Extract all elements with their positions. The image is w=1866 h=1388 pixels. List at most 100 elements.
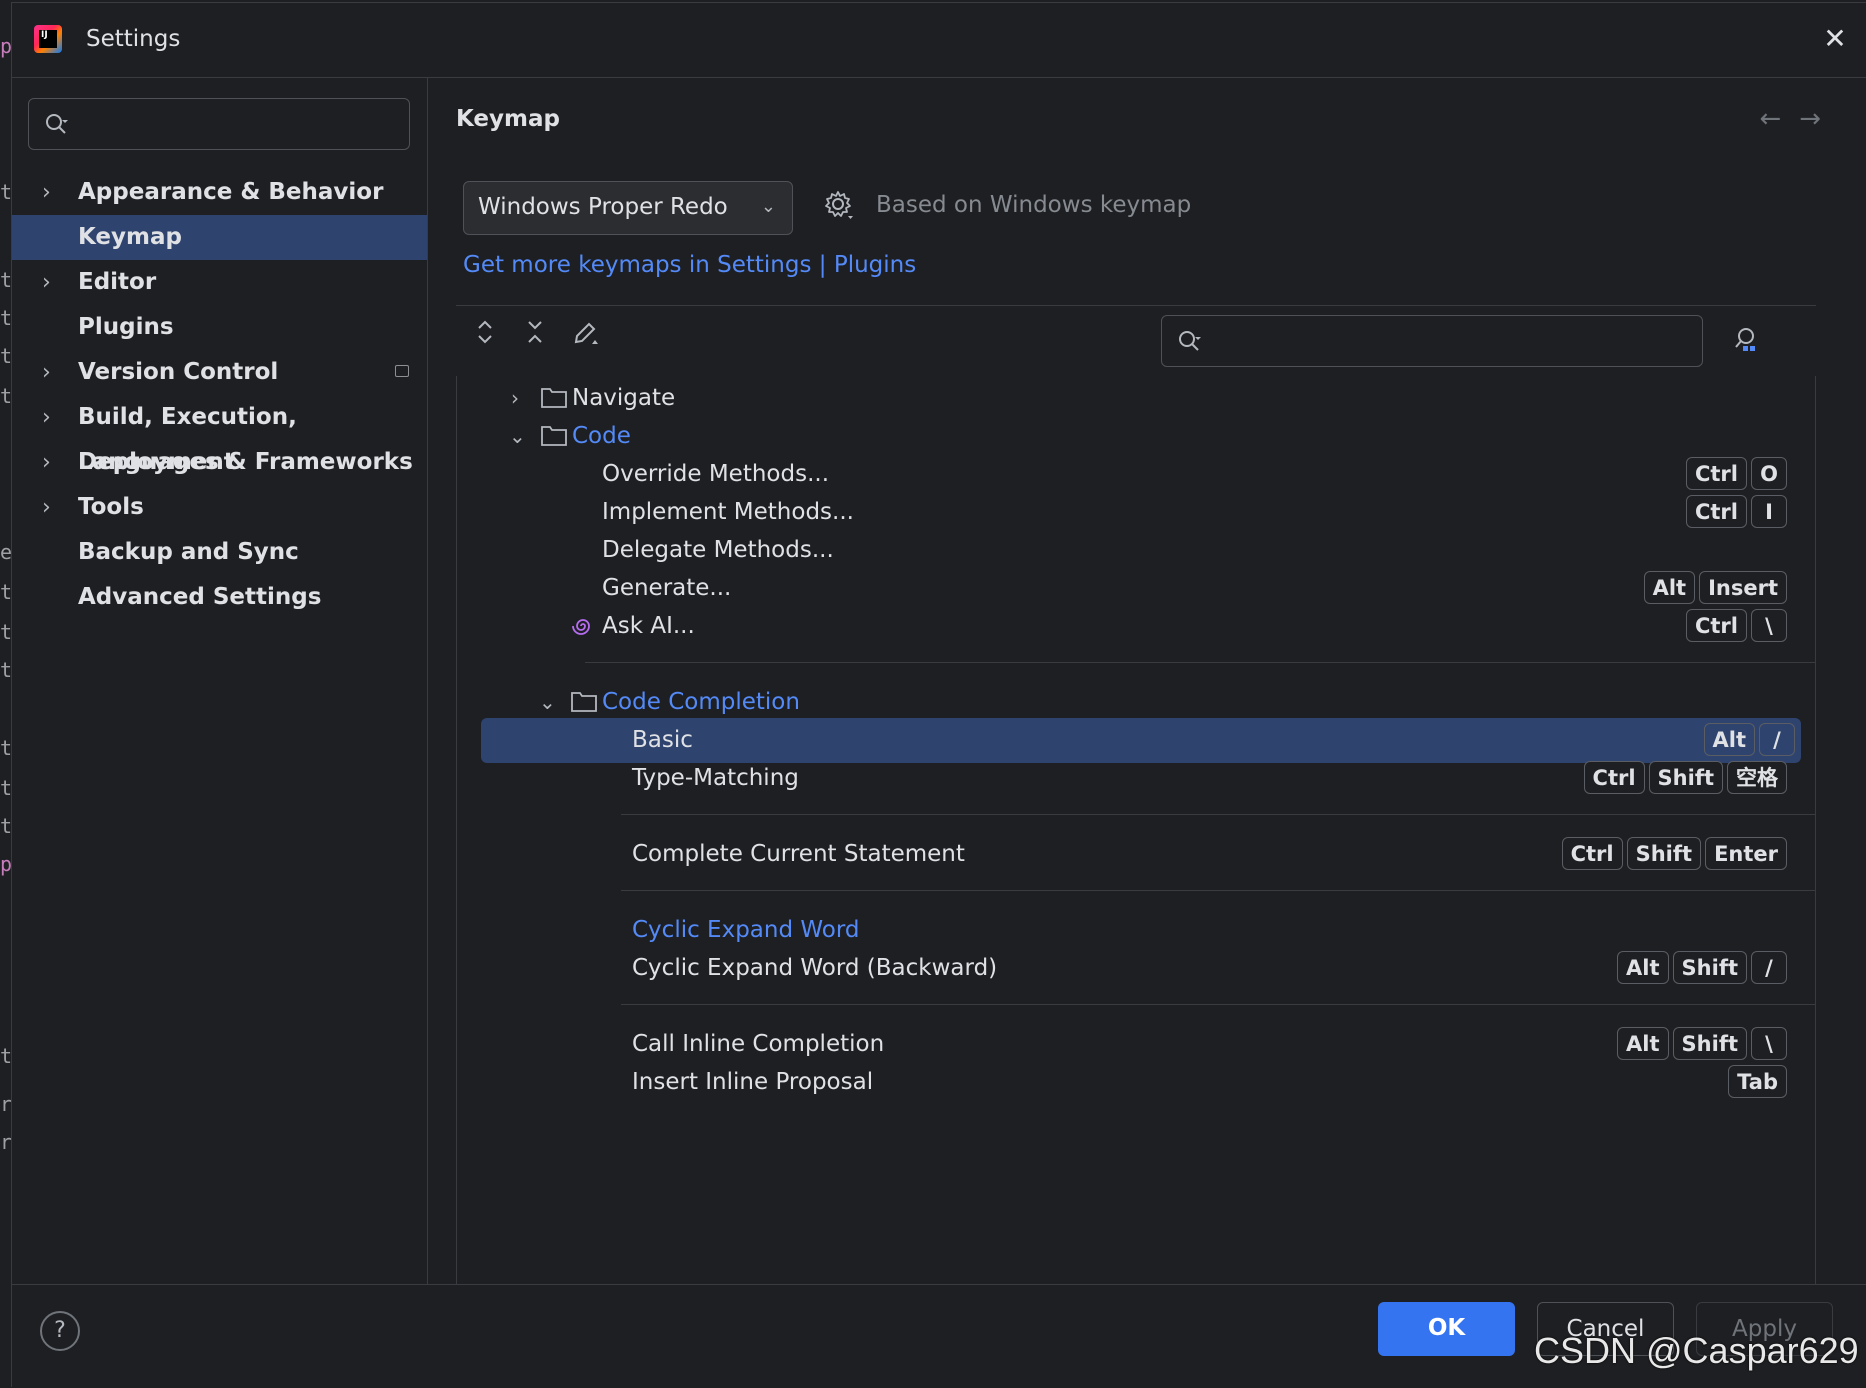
key-cap: / (1759, 723, 1795, 756)
key-cap: Shift (1626, 837, 1702, 870)
sidebar-item-label: Languages & Frameworks (78, 449, 413, 475)
separator (456, 305, 1816, 306)
shortcut-keys[interactable]: Ctrl \ (1685, 609, 1787, 642)
sidebar-item-tools[interactable]: › Tools (12, 485, 427, 530)
settings-dialog: Settings ✕ › Appearance & Behavior Keymap… (11, 2, 1866, 1388)
group-divider (621, 1004, 1815, 1005)
based-on-text: Based on Windows keymap (876, 192, 1192, 218)
chevron-right-icon[interactable]: › (42, 485, 51, 530)
sidebar-item-label: Tools (78, 494, 144, 520)
sidebar-item-backup[interactable]: Backup and Sync (12, 530, 427, 575)
settings-search-input[interactable] (28, 98, 410, 150)
key-cap: Ctrl (1685, 495, 1747, 528)
edit-pencil-icon[interactable] (568, 318, 602, 352)
get-more-keymaps-link[interactable]: Get more keymaps in Settings | Plugins (463, 252, 916, 278)
keymap-actions-tree: › Navigate ⌄ Code Override Methods... Ct… (456, 376, 1816, 1287)
chevron-right-icon[interactable]: › (42, 350, 51, 395)
close-icon[interactable]: ✕ (1817, 21, 1853, 57)
keymap-select-value: Windows Proper Redo (478, 194, 728, 220)
chevron-right-icon[interactable]: › (42, 260, 51, 305)
shortcut-keys[interactable]: Ctrl O (1685, 457, 1787, 490)
sidebar-item-label: Editor (78, 269, 157, 295)
keymap-panel: Keymap ←→ Windows Proper Redo ⌄ Based on… (428, 78, 1866, 1287)
sidebar-item-advanced[interactable]: Advanced Settings (12, 575, 427, 620)
key-cap: O (1751, 457, 1787, 490)
group-divider (585, 662, 1815, 663)
action-search-input[interactable] (1161, 315, 1703, 367)
sidebar-item-label: Version Control (78, 359, 279, 385)
sidebar-item-version-control[interactable]: › Version Control (12, 350, 427, 395)
key-cap: Alt (1703, 723, 1755, 756)
sidebar-item-label: Plugins (78, 314, 174, 340)
title-bar: Settings ✕ (12, 3, 1866, 78)
project-level-icon (395, 365, 409, 377)
group-divider (621, 814, 1815, 815)
key-cap: Alt (1617, 951, 1669, 984)
folder-icon (571, 692, 597, 712)
search-icon (46, 114, 68, 134)
shortcut-keys[interactable]: Alt Insert (1643, 571, 1787, 604)
shortcut-keys[interactable]: Ctrl Shift Enter (1561, 837, 1787, 870)
shortcut-keys[interactable]: Alt / (1703, 723, 1795, 756)
sidebar-item-editor[interactable]: › Editor (12, 260, 427, 305)
settings-sidebar: › Appearance & Behavior Keymap › Editor Pl… (12, 78, 428, 1284)
sidebar-item-languages[interactable]: › Languages & Frameworks (12, 440, 427, 485)
sidebar-item-keymap[interactable]: Keymap (12, 215, 427, 260)
sidebar-item-label: Appearance & Behavior (78, 179, 384, 205)
tree-row-label: Insert Inline Proposal (632, 1069, 874, 1095)
shortcut-keys[interactable]: Ctrl I (1685, 495, 1787, 528)
key-cap: Tab (1728, 1065, 1787, 1098)
key-cap: \ (1751, 1027, 1787, 1060)
shortcut-keys[interactable]: Ctrl Shift 空格 (1583, 761, 1787, 794)
shortcut-keys[interactable]: Alt Shift \ (1617, 1027, 1787, 1060)
forward-arrow-icon[interactable]: → (1799, 104, 1839, 134)
key-cap: Shift (1672, 951, 1747, 984)
help-button[interactable]: ? (40, 1311, 80, 1351)
key-cap: Enter (1705, 837, 1787, 870)
chevron-right-icon[interactable]: › (42, 440, 51, 485)
ok-button[interactable]: OK (1378, 1302, 1515, 1356)
key-cap: 空格 (1727, 761, 1787, 794)
sidebar-item-label: Backup and Sync (78, 539, 299, 565)
key-cap: Shift (1672, 1027, 1747, 1060)
tree-row-complete-statement[interactable]: Complete Current Statement Ctrl Shift Ente… (457, 832, 1815, 877)
tree-row-label: Cyclic Expand Word (Backward) (632, 955, 998, 981)
chevron-right-icon[interactable]: › (42, 170, 51, 215)
key-cap: / (1751, 951, 1787, 984)
sidebar-item-label: Advanced Settings (78, 584, 322, 610)
expand-all-icon[interactable] (468, 318, 502, 352)
collapse-all-icon[interactable] (518, 318, 552, 352)
key-cap: Ctrl (1561, 837, 1623, 870)
page-title: Keymap (456, 106, 560, 132)
shortcut-keys[interactable]: Alt Shift / (1617, 951, 1787, 984)
sidebar-item-plugins[interactable]: Plugins (12, 305, 427, 350)
key-cap: Alt (1617, 1027, 1669, 1060)
chevron-down-icon: ⌄ (760, 196, 776, 217)
keymap-select[interactable]: Windows Proper Redo ⌄ (463, 181, 793, 235)
sidebar-item-appearance[interactable]: › Appearance & Behavior (12, 170, 427, 215)
sidebar-item-build[interactable]: › Build, Execution, Deployment (12, 395, 427, 475)
background-editor-edge: p t t t t t e t t t t t t p t r r (0, 0, 12, 1386)
find-by-shortcut-icon[interactable] (1731, 324, 1761, 354)
key-cap: Shift (1648, 761, 1723, 794)
watermark: CSDN @Caspar629 (1534, 1330, 1859, 1371)
key-cap: I (1751, 495, 1787, 528)
gear-icon[interactable] (822, 188, 856, 222)
intellij-logo-icon (34, 25, 62, 53)
settings-nav: › Appearance & Behavior Keymap › Editor Pl… (12, 170, 427, 620)
window-title: Settings (86, 26, 181, 52)
key-cap: Alt (1643, 571, 1696, 604)
tree-row-cyclic-expand-backward[interactable]: Cyclic Expand Word (Backward) Alt Shift / (457, 946, 1815, 991)
tree-row-label: Ask AI... (602, 613, 695, 639)
tree-row-ask-ai[interactable]: Ask AI... Ctrl \ (457, 604, 1815, 649)
chevron-right-icon[interactable]: › (42, 395, 51, 440)
key-cap: Insert (1699, 571, 1787, 604)
tree-row-label: Type-Matching (632, 765, 799, 791)
group-divider (621, 890, 1815, 891)
search-icon (1179, 331, 1201, 351)
tree-row-type-matching[interactable]: Type-Matching Ctrl Shift 空格 (457, 756, 1815, 801)
back-arrow-icon[interactable]: ← (1759, 104, 1799, 134)
shortcut-keys[interactable]: Tab (1728, 1065, 1787, 1098)
tree-row-label: Complete Current Statement (632, 841, 965, 867)
tree-row-insert-inline-proposal[interactable]: Insert Inline Proposal Tab (457, 1060, 1815, 1105)
